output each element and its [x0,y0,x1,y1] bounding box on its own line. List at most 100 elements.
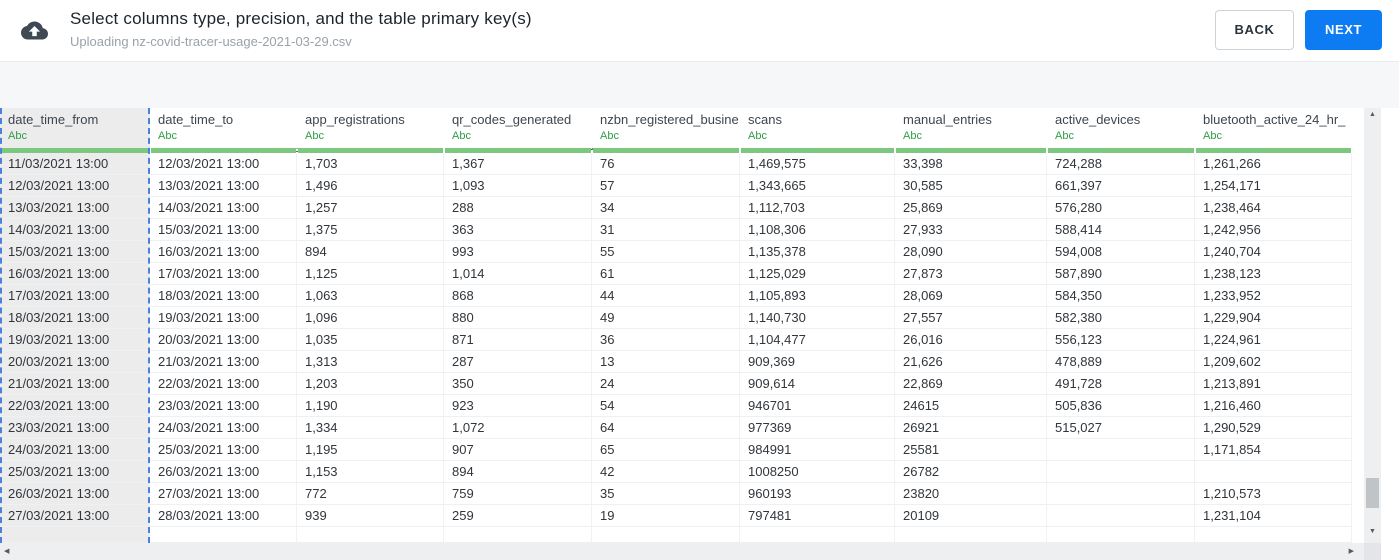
table-cell[interactable]: 14/03/2021 13:00 [150,197,297,219]
table-cell[interactable]: 946701 [740,395,895,417]
table-cell[interactable]: 582,380 [1047,307,1195,329]
table-cell[interactable]: 16/03/2021 13:00 [0,263,150,285]
table-cell[interactable]: 363 [444,219,592,241]
table-cell[interactable]: 26/03/2021 13:00 [0,483,150,505]
table-cell[interactable]: 1,063 [297,285,444,307]
table-cell[interactable]: 49 [592,307,740,329]
table-cell[interactable]: 909,614 [740,373,895,395]
table-cell[interactable]: 1,213,891 [1195,373,1352,395]
table-cell[interactable]: 491,728 [1047,373,1195,395]
table-cell[interactable]: 871 [444,329,592,351]
table-cell[interactable]: 772 [297,483,444,505]
table-cell[interactable]: 27,933 [895,219,1047,241]
table-cell[interactable]: 16/03/2021 13:00 [150,241,297,263]
table-cell[interactable]: 584,350 [1047,285,1195,307]
table-cell[interactable]: 25,869 [895,197,1047,219]
table-cell[interactable]: 19/03/2021 13:00 [150,307,297,329]
scroll-down-icon[interactable]: ▼ [1364,528,1381,535]
table-cell[interactable]: 1,375 [297,219,444,241]
back-button[interactable]: BACK [1215,10,1294,50]
table-cell[interactable]: 54 [592,395,740,417]
table-cell[interactable]: 909,369 [740,351,895,373]
table-cell[interactable]: 23/03/2021 13:00 [0,417,150,439]
table-cell[interactable]: 25581 [895,439,1047,461]
table-cell[interactable]: 23/03/2021 13:00 [150,395,297,417]
table-cell[interactable]: 24/03/2021 13:00 [0,439,150,461]
column-header-manual_entries[interactable]: manual_entries Abc [895,108,1047,148]
column-header-date_time_to[interactable]: date_time_to Abc [150,108,297,148]
table-cell[interactable]: 350 [444,373,592,395]
table-cell[interactable]: 28/03/2021 13:00 [150,505,297,527]
table-cell[interactable]: 55 [592,241,740,263]
column-header-qr_codes_generated[interactable]: qr_codes_generated Abc [444,108,592,148]
table-cell[interactable]: 894 [297,241,444,263]
table-cell[interactable]: 724,288 [1047,153,1195,175]
scroll-right-icon[interactable]: ▶ [1349,547,1354,555]
table-cell[interactable]: 31 [592,219,740,241]
table-cell[interactable]: 28,090 [895,241,1047,263]
table-cell[interactable]: 1,153 [297,461,444,483]
table-cell[interactable]: 1,240,704 [1195,241,1352,263]
table-cell[interactable]: 1,261,266 [1195,153,1352,175]
table-cell[interactable]: 907 [444,439,592,461]
table-cell[interactable]: 1,135,378 [740,241,895,263]
table-cell[interactable]: 1,496 [297,175,444,197]
table-cell[interactable]: 923 [444,395,592,417]
table-cell[interactable]: 17/03/2021 13:00 [0,285,150,307]
table-cell[interactable]: 13 [592,351,740,373]
table-cell[interactable]: 1,290,529 [1195,417,1352,439]
table-cell[interactable]: 1,334 [297,417,444,439]
table-cell[interactable] [1047,461,1195,483]
column-header-app_registrations[interactable]: app_registrations Abc [297,108,444,148]
table-cell[interactable]: 24/03/2021 13:00 [150,417,297,439]
table-cell[interactable]: 1,108,306 [740,219,895,241]
table-cell[interactable]: 64 [592,417,740,439]
table-cell[interactable]: 1,035 [297,329,444,351]
table-cell[interactable]: 18/03/2021 13:00 [150,285,297,307]
table-cell[interactable]: 880 [444,307,592,329]
table-cell[interactable]: 1,343,665 [740,175,895,197]
column-header-nzbn_registered_busine[interactable]: nzbn_registered_busine Abc [592,108,740,148]
table-cell[interactable]: 21,626 [895,351,1047,373]
table-cell[interactable] [1047,483,1195,505]
table-cell[interactable]: 28,069 [895,285,1047,307]
table-cell[interactable]: 26/03/2021 13:00 [150,461,297,483]
table-cell[interactable]: 287 [444,351,592,373]
table-cell[interactable]: 960193 [740,483,895,505]
table-cell[interactable]: 868 [444,285,592,307]
table-cell[interactable]: 14/03/2021 13:00 [0,219,150,241]
table-cell[interactable]: 61 [592,263,740,285]
table-cell[interactable]: 22/03/2021 13:00 [150,373,297,395]
horizontal-scrollbar[interactable]: ◀ ▶ [0,543,1364,560]
table-cell[interactable]: 505,836 [1047,395,1195,417]
table-cell[interactable]: 15/03/2021 13:00 [0,241,150,263]
column-header-date_time_from[interactable]: date_time_from Abc [0,108,150,148]
table-cell[interactable]: 13/03/2021 13:00 [150,175,297,197]
table-cell[interactable]: 42 [592,461,740,483]
table-cell[interactable]: 1,469,575 [740,153,895,175]
table-cell[interactable]: 35 [592,483,740,505]
table-cell[interactable]: 20109 [895,505,1047,527]
table-cell[interactable]: 1,125,029 [740,263,895,285]
column-header-scans[interactable]: scans Abc [740,108,895,148]
table-cell[interactable]: 19 [592,505,740,527]
table-cell[interactable]: 894 [444,461,592,483]
table-cell[interactable]: 1,254,171 [1195,175,1352,197]
table-cell[interactable]: 21/03/2021 13:00 [150,351,297,373]
table-cell[interactable]: 18/03/2021 13:00 [0,307,150,329]
table-cell[interactable]: 576,280 [1047,197,1195,219]
table-cell[interactable]: 588,414 [1047,219,1195,241]
table-cell[interactable]: 12/03/2021 13:00 [0,175,150,197]
table-cell[interactable]: 1,257 [297,197,444,219]
table-cell[interactable]: 1,231,104 [1195,505,1352,527]
table-cell[interactable]: 36 [592,329,740,351]
table-cell[interactable]: 1,190 [297,395,444,417]
table-cell[interactable]: 939 [297,505,444,527]
table-cell[interactable]: 1,014 [444,263,592,285]
table-cell[interactable]: 26782 [895,461,1047,483]
table-cell[interactable]: 19/03/2021 13:00 [0,329,150,351]
table-cell[interactable]: 587,890 [1047,263,1195,285]
table-cell[interactable]: 21/03/2021 13:00 [0,373,150,395]
table-cell[interactable]: 13/03/2021 13:00 [0,197,150,219]
table-cell[interactable]: 23820 [895,483,1047,505]
